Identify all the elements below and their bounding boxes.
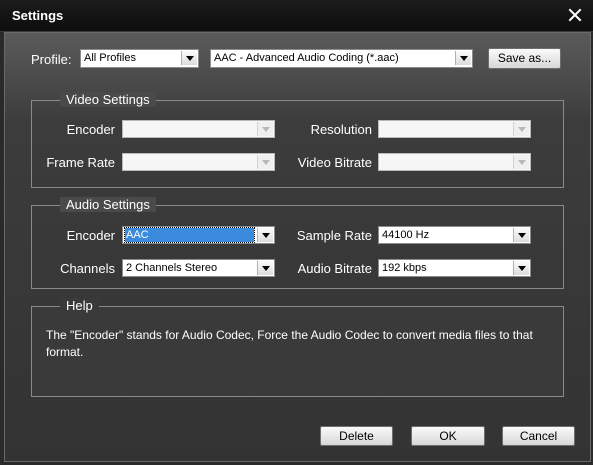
frame-rate-label: Frame Rate xyxy=(46,155,115,170)
channels-value: 2 Channels Stereo xyxy=(126,262,218,274)
help-text: The "Encoder" stands for Audio Codec, Fo… xyxy=(46,328,533,359)
audio-encoder-select[interactable]: AAC xyxy=(122,226,275,244)
profile-category-select[interactable]: All Profiles xyxy=(80,49,199,68)
cancel-button[interactable]: Cancel xyxy=(502,426,575,446)
chevron-down-icon[interactable] xyxy=(257,122,273,136)
help-group: Help The "Encoder" stands for Audio Code… xyxy=(31,298,564,397)
audio-bitrate-value: 192 kbps xyxy=(382,262,427,274)
video-encoder-label: Encoder xyxy=(66,122,115,137)
frame-rate-select[interactable] xyxy=(122,153,275,171)
channels-label: Channels xyxy=(60,261,115,276)
sample-rate-label: Sample Rate xyxy=(296,228,372,243)
chevron-down-icon[interactable] xyxy=(257,155,273,169)
sample-rate-select[interactable]: 44100 Hz xyxy=(378,226,531,244)
delete-button[interactable]: Delete xyxy=(320,426,393,446)
channels-select[interactable]: 2 Channels Stereo xyxy=(122,259,275,277)
chevron-down-icon[interactable] xyxy=(513,122,529,136)
help-title: Help xyxy=(60,298,99,313)
audio-encoder-value: AAC xyxy=(124,227,255,243)
sample-rate-value: 44100 Hz xyxy=(382,229,430,241)
chevron-down-icon[interactable] xyxy=(513,155,529,169)
profile-format-value: AAC - Advanced Audio Coding (*.aac) xyxy=(214,52,399,64)
chevron-down-icon[interactable] xyxy=(513,228,529,242)
video-bitrate-select[interactable] xyxy=(378,153,531,171)
chevron-down-icon[interactable] xyxy=(181,51,197,65)
frame-rate-value xyxy=(125,155,254,169)
audio-bitrate-label: Audio Bitrate xyxy=(297,261,372,276)
audio-settings-title: Audio Settings xyxy=(60,197,156,212)
ok-button[interactable]: OK xyxy=(411,426,485,446)
audio-encoder-label: Encoder xyxy=(66,228,115,243)
chevron-down-icon[interactable] xyxy=(455,51,471,65)
video-bitrate-value xyxy=(381,155,510,169)
video-encoder-select[interactable] xyxy=(122,120,275,138)
video-settings-title: Video Settings xyxy=(60,92,156,107)
profile-label: Profile: xyxy=(31,52,72,67)
profile-category-value: All Profiles xyxy=(84,52,136,64)
resolution-select[interactable] xyxy=(378,120,531,138)
resolution-label: Resolution xyxy=(310,122,372,137)
save-as-button[interactable]: Save as... xyxy=(488,48,561,69)
chevron-down-icon[interactable] xyxy=(257,228,273,242)
chevron-down-icon[interactable] xyxy=(513,261,529,275)
resolution-value xyxy=(381,122,510,136)
audio-bitrate-select[interactable]: 192 kbps xyxy=(378,259,531,277)
close-icon[interactable] xyxy=(567,7,583,23)
video-settings-group: Video Settings xyxy=(31,92,564,188)
window-title: Settings xyxy=(12,8,64,23)
profile-format-select[interactable]: AAC - Advanced Audio Coding (*.aac) xyxy=(210,49,473,68)
video-encoder-value xyxy=(125,122,254,136)
chevron-down-icon[interactable] xyxy=(257,261,273,275)
video-bitrate-label: Video Bitrate xyxy=(297,155,372,170)
title-bar: Settings xyxy=(0,0,593,32)
